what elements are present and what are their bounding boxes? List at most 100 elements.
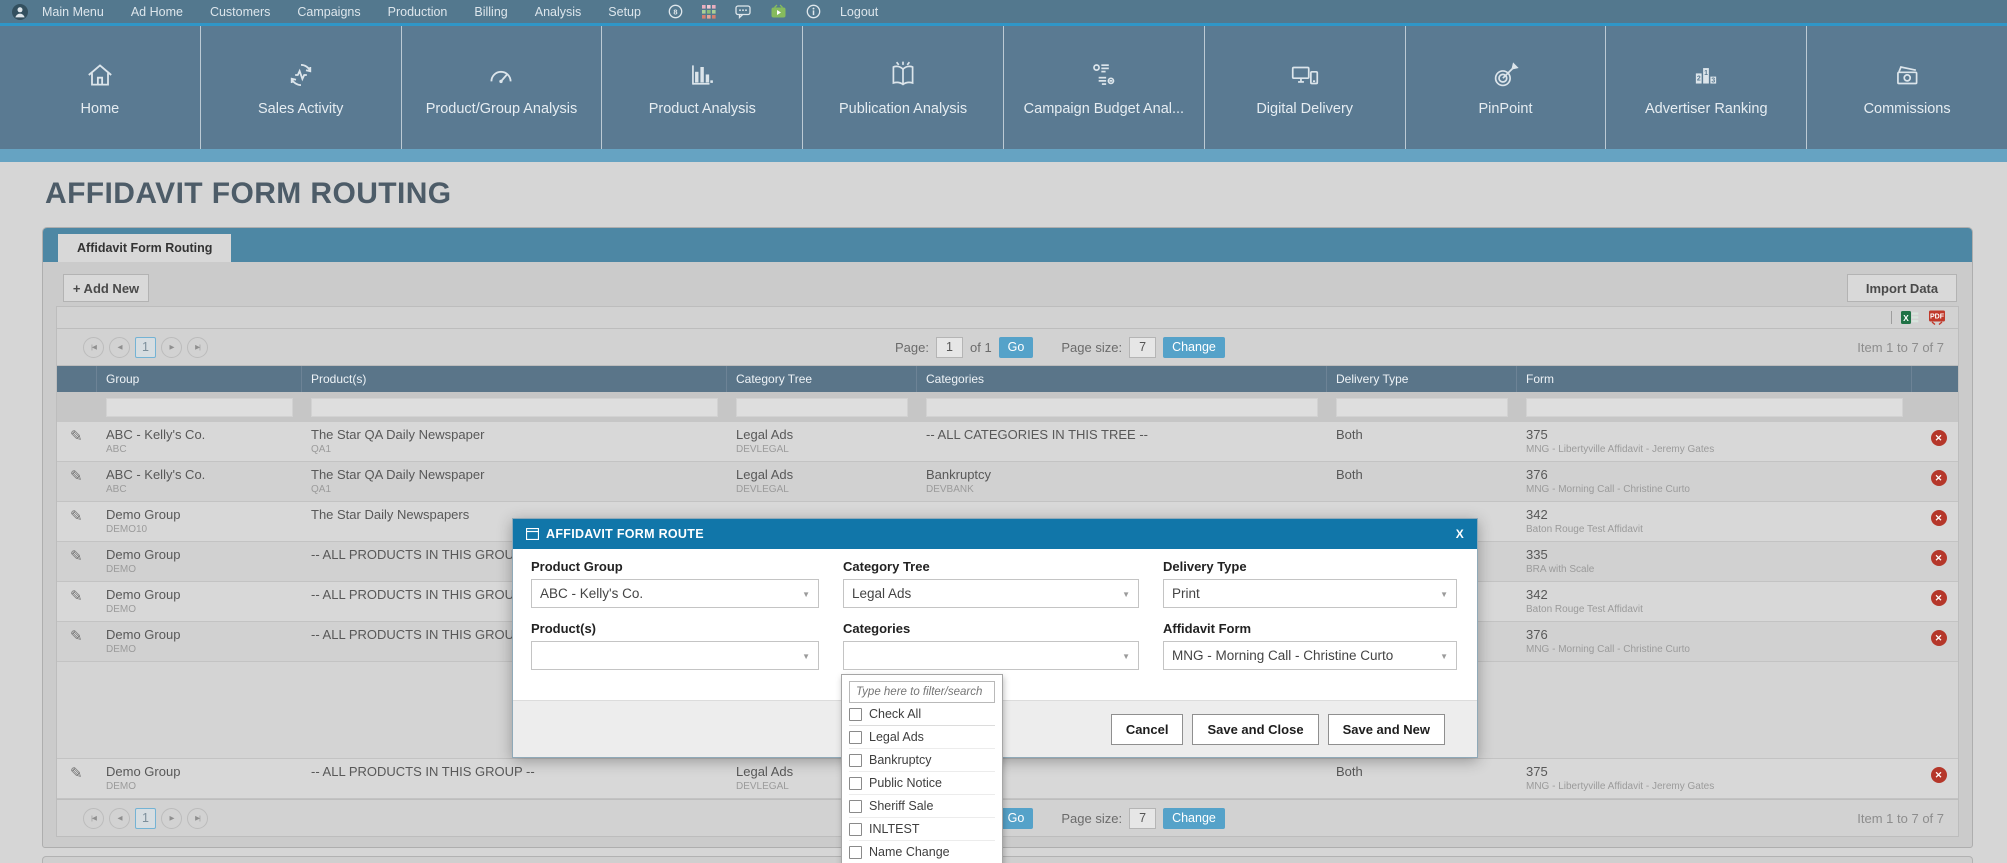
nav-item-billing[interactable]: Billing xyxy=(474,5,507,19)
filter-categories-input[interactable] xyxy=(926,398,1318,417)
category-option-name-change[interactable]: Name Change xyxy=(849,841,995,863)
ribbon-tab-sales-activity[interactable]: Sales Activity xyxy=(200,26,401,149)
pager-first-button[interactable]: |◀ xyxy=(83,808,104,829)
pager-page-1-button[interactable]: 1 xyxy=(135,337,156,358)
pager-next-button[interactable]: ▶ xyxy=(161,337,182,358)
notification-count-icon[interactable]: 8 xyxy=(668,4,683,19)
nav-item-setup[interactable]: Setup xyxy=(608,5,641,19)
category-tree-select[interactable]: Legal Ads xyxy=(843,579,1139,608)
go-button[interactable]: Go xyxy=(999,808,1034,829)
dialog-close-icon[interactable]: X xyxy=(1456,527,1464,541)
ribbon-tab-pinpoint[interactable]: PinPoint xyxy=(1405,26,1606,149)
ribbon-tab-advertiser-ranking[interactable]: 213 Advertiser Ranking xyxy=(1605,26,1806,149)
category-option-legal-ads[interactable]: Legal Ads xyxy=(849,726,995,749)
category-option-inltest[interactable]: INLTEST xyxy=(849,818,995,841)
info-icon[interactable] xyxy=(806,4,821,19)
page-size-input[interactable] xyxy=(1129,808,1156,829)
filter-form-input[interactable] xyxy=(1526,398,1903,417)
ribbon-tab-product-analysis[interactable]: Product Analysis xyxy=(601,26,802,149)
categories-filter-input[interactable] xyxy=(849,681,995,703)
edit-pencil-icon[interactable]: ✎ xyxy=(70,507,83,525)
pager-prev-button[interactable]: ◀ xyxy=(109,337,130,358)
user-icon[interactable] xyxy=(12,4,28,20)
checkbox-icon[interactable] xyxy=(849,823,862,836)
categories-select[interactable] xyxy=(843,641,1139,670)
save-and-close-button[interactable]: Save and Close xyxy=(1192,714,1318,745)
apps-grid-icon[interactable] xyxy=(702,5,716,19)
header-category-tree[interactable]: Category Tree xyxy=(727,366,917,392)
filter-category-tree-input[interactable] xyxy=(736,398,908,417)
delete-row-icon[interactable]: ✕ xyxy=(1931,430,1947,446)
nav-item-campaigns[interactable]: Campaigns xyxy=(297,5,360,19)
page-size-input[interactable] xyxy=(1129,337,1156,358)
pager-last-button[interactable]: ▶| xyxy=(187,808,208,829)
nav-item-production[interactable]: Production xyxy=(388,5,448,19)
nav-item-ad-home[interactable]: Ad Home xyxy=(131,5,183,19)
change-button[interactable]: Change xyxy=(1163,808,1225,829)
export-excel-icon[interactable]: X xyxy=(1901,310,1919,325)
nav-item-logout[interactable]: Logout xyxy=(840,5,878,19)
pager-first-button[interactable]: |◀ xyxy=(83,337,104,358)
categories-label: Categories xyxy=(843,621,1139,636)
export-pdf-icon[interactable]: PDF xyxy=(1928,310,1946,325)
category-option-bankruptcy[interactable]: Bankruptcy xyxy=(849,749,995,772)
affidavit-form-select[interactable]: MNG - Morning Call - Christine Curto xyxy=(1163,641,1457,670)
checkbox-icon[interactable] xyxy=(849,777,862,790)
delete-row-icon[interactable]: ✕ xyxy=(1931,550,1947,566)
pager-last-button[interactable]: ▶| xyxy=(187,337,208,358)
header-delivery-type[interactable]: Delivery Type xyxy=(1327,366,1517,392)
pager-page-1-button[interactable]: 1 xyxy=(135,808,156,829)
chat-icon[interactable] xyxy=(735,4,751,19)
checkbox-icon[interactable] xyxy=(849,731,862,744)
dialog-titlebar[interactable]: AFFIDAVIT FORM ROUTE X xyxy=(513,519,1477,549)
header-categories[interactable]: Categories xyxy=(917,366,1327,392)
checkbox-icon[interactable] xyxy=(849,846,862,859)
category-option-public-notice[interactable]: Public Notice xyxy=(849,772,995,795)
nav-item-analysis[interactable]: Analysis xyxy=(535,5,582,19)
header-group[interactable]: Group xyxy=(97,366,302,392)
checkbox-icon[interactable] xyxy=(849,754,862,767)
change-button[interactable]: Change xyxy=(1163,337,1225,358)
ribbon-tab-campaign-budget-analysis[interactable]: Campaign Budget Anal... xyxy=(1003,26,1204,149)
nav-item-main-menu[interactable]: Main Menu xyxy=(42,5,104,19)
edit-pencil-icon[interactable]: ✎ xyxy=(70,547,83,565)
page-number-input[interactable] xyxy=(936,337,963,358)
checkbox-icon[interactable] xyxy=(849,800,862,813)
pager-next-button[interactable]: ▶ xyxy=(161,808,182,829)
delete-row-icon[interactable]: ✕ xyxy=(1931,590,1947,606)
products-select[interactable] xyxy=(531,641,819,670)
edit-pencil-icon[interactable]: ✎ xyxy=(70,467,83,485)
grid-tab-affidavit-form-routing[interactable]: Affidavit Form Routing xyxy=(58,234,231,262)
go-button[interactable]: Go xyxy=(999,337,1034,358)
add-new-button[interactable]: + Add New xyxy=(63,274,149,302)
video-icon[interactable] xyxy=(770,4,787,19)
delete-row-icon[interactable]: ✕ xyxy=(1931,630,1947,646)
delivery-type-select[interactable]: Print xyxy=(1163,579,1457,608)
delete-row-icon[interactable]: ✕ xyxy=(1931,470,1947,486)
checkbox-icon[interactable] xyxy=(849,708,862,721)
import-data-button[interactable]: Import Data xyxy=(1847,274,1957,302)
ribbon-tab-commissions[interactable]: Commissions xyxy=(1806,26,2007,149)
filter-group-input[interactable] xyxy=(106,398,293,417)
cancel-button[interactable]: Cancel xyxy=(1111,714,1184,745)
delete-row-icon[interactable]: ✕ xyxy=(1931,767,1947,783)
nav-item-customers[interactable]: Customers xyxy=(210,5,270,19)
ribbon-tab-digital-delivery[interactable]: Digital Delivery xyxy=(1204,26,1405,149)
ribbon-tab-home[interactable]: Home xyxy=(0,26,200,149)
filter-products-input[interactable] xyxy=(311,398,718,417)
edit-pencil-icon[interactable]: ✎ xyxy=(70,427,83,445)
save-and-new-button[interactable]: Save and New xyxy=(1328,714,1445,745)
pager-prev-button[interactable]: ◀ xyxy=(109,808,130,829)
ribbon-tab-publication-analysis[interactable]: Publication Analysis xyxy=(802,26,1003,149)
delete-row-icon[interactable]: ✕ xyxy=(1931,510,1947,526)
product-group-select[interactable]: ABC - Kelly's Co. xyxy=(531,579,819,608)
category-option-check-all[interactable]: Check All xyxy=(849,703,995,726)
header-products[interactable]: Product(s) xyxy=(302,366,727,392)
ribbon-tab-product-group-analysis[interactable]: Product/Group Analysis xyxy=(401,26,602,149)
edit-pencil-icon[interactable]: ✎ xyxy=(70,764,83,782)
category-option-sheriff-sale[interactable]: Sheriff Sale xyxy=(849,795,995,818)
edit-pencil-icon[interactable]: ✎ xyxy=(70,587,83,605)
header-form[interactable]: Form xyxy=(1517,366,1912,392)
edit-pencil-icon[interactable]: ✎ xyxy=(70,627,83,645)
filter-delivery-type-input[interactable] xyxy=(1336,398,1508,417)
